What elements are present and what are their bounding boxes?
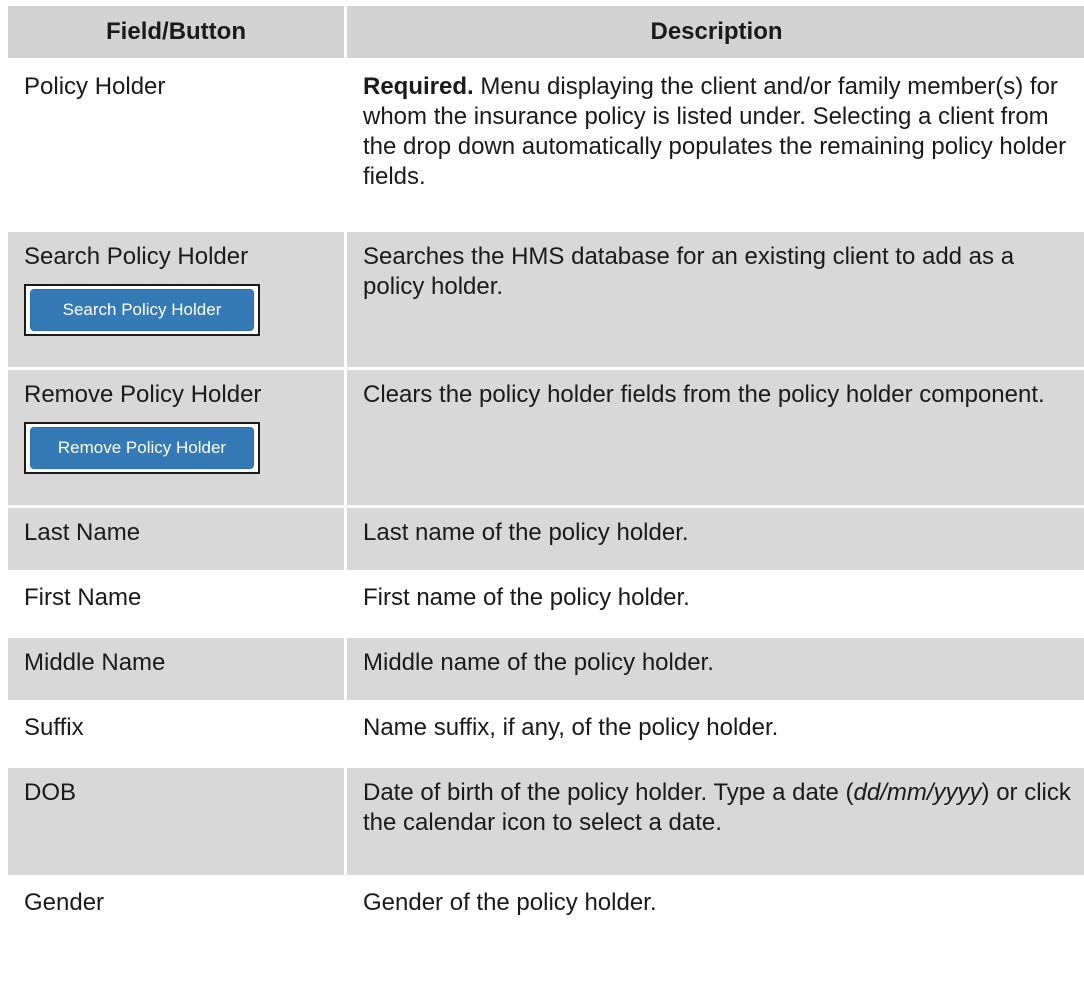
table-row: Gender Gender of the policy holder. (8, 878, 1084, 933)
field-description: Middle name of the policy holder. (347, 638, 1084, 703)
field-description: Date of birth of the policy holder. Type… (347, 768, 1084, 878)
table-row: Suffix Name suffix, if any, of the polic… (8, 703, 1084, 768)
field-name: Remove Policy Holder (24, 381, 262, 408)
field-description-table: Field/Button Description Policy Holder R… (8, 6, 1084, 933)
table-row: Search Policy Holder Search Policy Holde… (8, 232, 1084, 370)
table-row: First Name First name of the policy hold… (8, 573, 1084, 638)
column-header-field: Field/Button (8, 6, 347, 62)
table-header-row: Field/Button Description (8, 6, 1084, 62)
field-cell: Remove Policy Holder Remove Policy Holde… (8, 370, 347, 508)
button-screenshot-frame: Search Policy Holder (24, 284, 260, 336)
field-description: First name of the policy holder. (347, 573, 1084, 638)
button-screenshot-frame: Remove Policy Holder (24, 422, 260, 474)
field-name: Suffix (8, 703, 347, 768)
required-label: Required. (363, 73, 474, 100)
field-description: Clears the policy holder fields from the… (347, 370, 1084, 508)
date-format-text: dd/mm/yyyy (853, 779, 982, 806)
table-row: DOB Date of birth of the policy holder. … (8, 768, 1084, 878)
table-row: Last Name Last name of the policy holder… (8, 508, 1084, 573)
remove-policy-holder-button[interactable]: Remove Policy Holder (30, 427, 254, 469)
field-name: Gender (8, 878, 347, 933)
field-description: Last name of the policy holder. (347, 508, 1084, 573)
field-name: Policy Holder (8, 62, 347, 232)
table-row: Middle Name Middle name of the policy ho… (8, 638, 1084, 703)
table-row: Remove Policy Holder Remove Policy Holde… (8, 370, 1084, 508)
field-name: First Name (8, 573, 347, 638)
field-description: Name suffix, if any, of the policy holde… (347, 703, 1084, 768)
field-cell: Search Policy Holder Search Policy Holde… (8, 232, 347, 370)
search-policy-holder-button[interactable]: Search Policy Holder (30, 289, 254, 331)
column-header-description: Description (347, 6, 1084, 62)
field-name: Last Name (8, 508, 347, 573)
description-text: Date of birth of the policy holder. Type… (363, 779, 854, 806)
field-description: Searches the HMS database for an existin… (347, 232, 1084, 370)
table-row: Policy Holder Required. Menu displaying … (8, 62, 1084, 232)
field-description: Required. Menu displaying the client and… (347, 62, 1084, 232)
field-name: Middle Name (8, 638, 347, 703)
field-name: Search Policy Holder (24, 243, 249, 270)
field-description: Gender of the policy holder. (347, 878, 1084, 933)
field-name: DOB (8, 768, 347, 878)
